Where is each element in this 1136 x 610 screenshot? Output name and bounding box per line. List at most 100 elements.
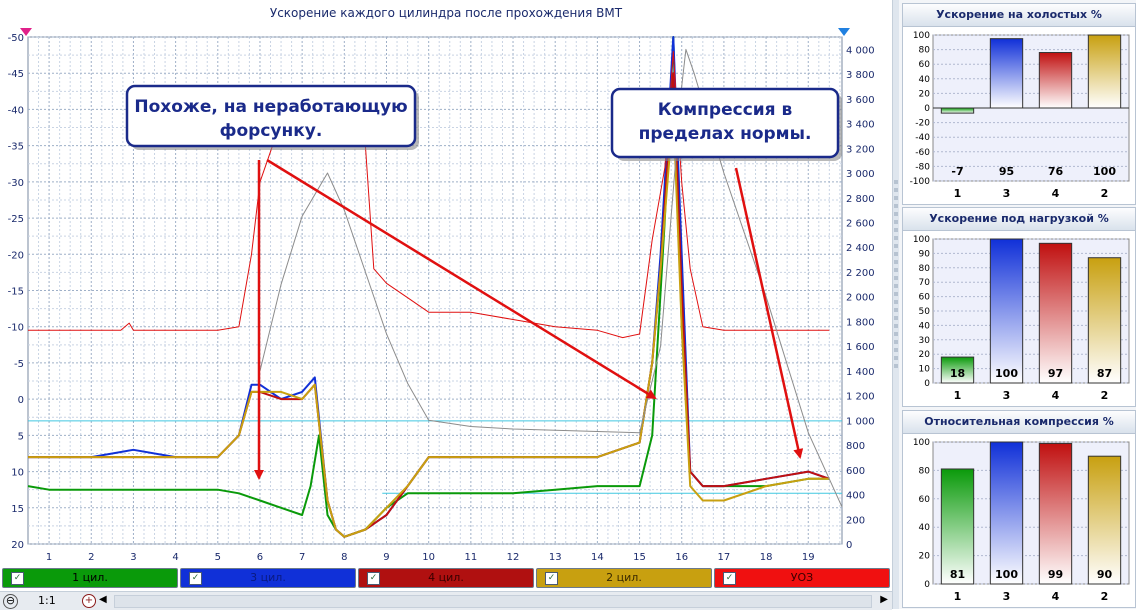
legend-label: 4 цил.: [428, 571, 464, 584]
y-left-tick-label: -10: [8, 323, 24, 334]
splitter-grip-icon: [894, 180, 898, 480]
x-tick-label: 16: [675, 552, 688, 563]
bar-y-tick-label: -60: [915, 148, 930, 158]
bar-y-tick-label: -40: [915, 133, 930, 143]
bar: [989, 441, 1024, 585]
bar-panels: Ускорение на холостых % 100 80 60 40 20 0 -20-…: [899, 0, 1136, 609]
bar-value-label: 95: [999, 165, 1014, 178]
zoom-in-icon[interactable]: +: [82, 594, 96, 608]
panel-idle-title: Ускорение на холостых %: [903, 4, 1135, 27]
bar: [1038, 442, 1073, 585]
bar-value-label: 87: [1097, 367, 1112, 380]
y-left-tick-label: -20: [8, 250, 24, 261]
bar-category-label: 1: [954, 590, 962, 603]
bar-category-label: 4: [1052, 187, 1060, 200]
y-left-tick-label: -35: [8, 142, 24, 153]
load-acceleration-chart: 10090807060504030201001811003974872: [913, 235, 1130, 402]
bar-y-tick-label: 0: [924, 580, 930, 590]
zoom-out-icon[interactable]: ⊖: [3, 594, 18, 609]
y-right-tick-label: 1 000: [846, 416, 875, 427]
x-tick-label: 18: [760, 552, 773, 563]
right-axis-marker-icon: [838, 28, 850, 36]
bar-y-tick-label: 90: [919, 249, 931, 259]
y-right-tick-label: 2 200: [846, 268, 875, 279]
bar: [1038, 242, 1073, 384]
panel-load-title: Ускорение под нагрузкой %: [903, 208, 1135, 231]
y-right-tick-label: 800: [846, 441, 865, 452]
y-right-tick-label: 2 600: [846, 218, 875, 229]
y-right-tick-label: 600: [846, 466, 865, 477]
y-left-tick-label: -25: [8, 214, 24, 225]
x-tick-label: 17: [718, 552, 731, 563]
x-tick-label: 12: [507, 552, 520, 563]
callout-text: Похоже, на неработающую: [134, 97, 407, 117]
bar-value-label: 100: [995, 568, 1018, 581]
annotation-callout: Похоже, на неработающую форсунку.: [125, 84, 419, 150]
y-left-tick-label: -5: [14, 359, 24, 370]
y-right-tick-label: 3 800: [846, 70, 875, 81]
y-right-tick-label: 3 600: [846, 95, 875, 106]
bar-y-tick-label: 40: [919, 321, 931, 331]
callout-text: пределах нормы.: [639, 124, 812, 144]
y-right-tick-label: 2 800: [846, 194, 875, 205]
bar-y-tick-label: 60: [919, 495, 931, 505]
x-tick-label: 4: [172, 552, 178, 563]
bar-category-label: 3: [1003, 590, 1011, 603]
bar-y-tick-label: 80: [919, 264, 931, 274]
bar-y-tick-label: 20: [919, 350, 931, 360]
panel-idle-acceleration: Ускорение на холостых % 100 80 60 40 20 0 -20 -…: [902, 3, 1136, 205]
horizontal-scrollbar[interactable]: [114, 595, 872, 608]
main-chart-area: Ускорение каждого цилиндра после прохожд…: [0, 0, 892, 609]
idle-acceleration-chart: 100 80 60 40 20 0 -20 -40 -60 -80 -100 -7 1 95 3 76 4 100…: [910, 31, 1130, 200]
relative-compression-chart: 100 80 60 40 20 0 81 1 100 3 99 4 90 2: [913, 438, 1130, 603]
x-tick-label: 8: [341, 552, 347, 563]
panel-compression-title: Относительная компрессия %: [903, 411, 1135, 434]
y-right-tick-label: 2 000: [846, 293, 875, 304]
y-left-tick-label: 0: [18, 395, 24, 406]
bar-y-tick-label: 0: [924, 379, 930, 389]
y-left-tick-label: 10: [11, 468, 24, 479]
y-right-tick-label: 3 000: [846, 169, 875, 180]
status-bar: ⊖ 1:1 + ◀ ▶: [0, 591, 892, 610]
panel-relative-compression: Относительная компрессия % 100 80 60 40 20 0 8…: [902, 410, 1136, 608]
y-right-tick-label: 4 000: [846, 45, 875, 56]
y-left-tick-label: 20: [11, 540, 24, 551]
x-tick-label: 15: [633, 552, 646, 563]
bar-y-tick-label: 20: [919, 89, 931, 99]
bar-value-label: 18: [950, 367, 965, 380]
x-tick-label: 5: [215, 552, 221, 563]
x-tick-label: 13: [549, 552, 562, 563]
callout-text: Компрессия в: [658, 100, 793, 120]
y-right-tick-label: 0: [846, 540, 852, 551]
x-tick-label: 11: [464, 552, 477, 563]
legend-item[interactable]: ✓ УОЗ: [714, 568, 890, 588]
bar: [1087, 34, 1122, 109]
legend-item[interactable]: ✓ 3 цил.: [180, 568, 356, 588]
legend-item[interactable]: ✓ 4 цил.: [358, 568, 534, 588]
scroll-left-icon[interactable]: ◀: [99, 594, 107, 605]
scroll-right-icon[interactable]: ▶: [880, 594, 888, 605]
bar-y-tick-label: 40: [919, 523, 931, 533]
bar-value-label: 76: [1048, 165, 1064, 178]
bar-category-label: 3: [1003, 389, 1011, 402]
annotation-callout: Компрессия в пределах нормы.: [610, 87, 842, 161]
bar-y-tick-label: -20: [915, 119, 930, 129]
bar-value-label: -7: [951, 165, 963, 178]
bar-category-label: 4: [1052, 389, 1060, 402]
bar-value-label: 99: [1048, 568, 1063, 581]
panel-load-acceleration: Ускорение под нагрузкой % 100 90 80 70 60 50 4…: [902, 207, 1136, 407]
legend-label: УОЗ: [790, 571, 814, 584]
x-tick-label: 1: [46, 552, 52, 563]
bar-value-label: 100: [995, 367, 1018, 380]
bar-value-label: 90: [1097, 568, 1113, 581]
series-legend: ✓ 1 цил. ✓ 3 цил. ✓ 4 цил. ✓ 2 цил. ✓ УОЗ: [0, 568, 892, 590]
bar-y-tick-label: 40: [919, 75, 931, 85]
bar-y-tick-label: 60: [919, 293, 931, 303]
legend-item[interactable]: ✓ 2 цил.: [536, 568, 712, 588]
bar-category-label: 3: [1003, 187, 1011, 200]
bar-y-tick-label: 50: [919, 307, 931, 317]
bar: [940, 468, 975, 585]
x-tick-label: 2: [88, 552, 94, 563]
y-left-tick-label: -30: [8, 178, 24, 189]
legend-item[interactable]: ✓ 1 цил.: [2, 568, 178, 588]
